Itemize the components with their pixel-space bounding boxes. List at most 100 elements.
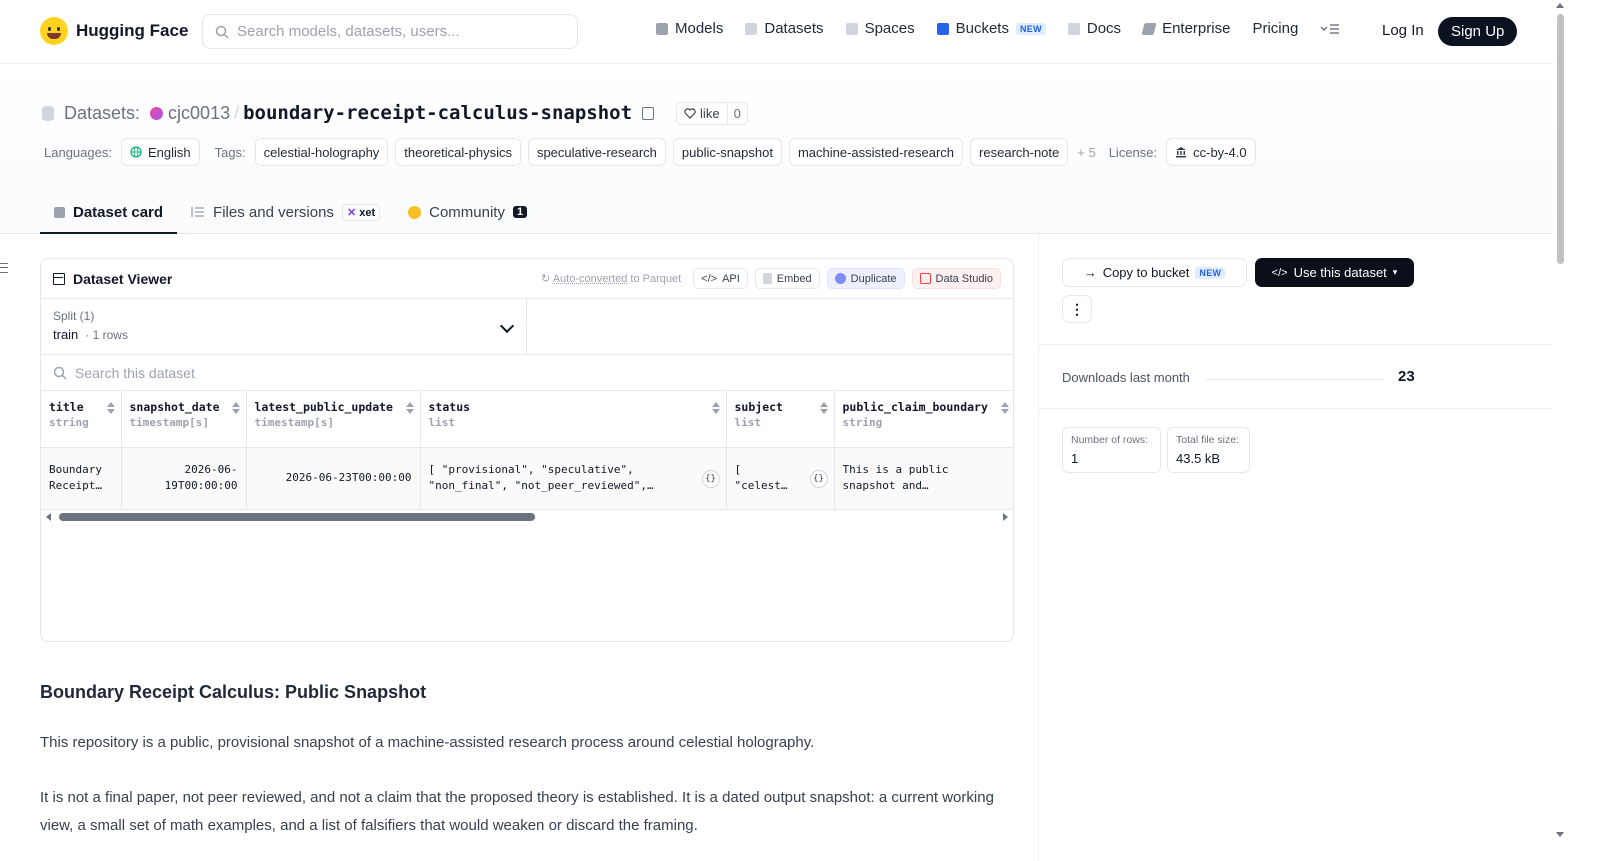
sort-icon[interactable]	[819, 402, 828, 414]
file-size-value: 43.5 kB	[1176, 451, 1221, 466]
column-header-latest-public-update[interactable]: latest_public_update timestamp[s]	[246, 391, 421, 448]
signup-button[interactable]: Sign Up	[1438, 17, 1518, 46]
horizontal-scrollbar[interactable]	[41, 509, 1013, 524]
cube-icon	[54, 206, 65, 218]
nav-models[interactable]: Models	[656, 20, 723, 37]
embed-button[interactable]: Embed	[754, 268, 820, 289]
studio-grid-icon	[919, 273, 931, 284]
dataset-search[interactable]	[41, 355, 1013, 391]
expand-json-icon[interactable]: {}	[701, 469, 720, 488]
table-row[interactable]: Boundary Receipt… 2026-06-19T00:00:00 20…	[41, 447, 1013, 509]
owner-link[interactable]: cjc0013	[168, 103, 230, 124]
sort-icon[interactable]	[711, 402, 720, 414]
cell-status[interactable]: [ "provisional", "speculative", "non_fin…	[420, 447, 727, 509]
scroll-right-icon[interactable]	[1003, 513, 1008, 521]
nav-buckets[interactable]: Buckets NEW	[936, 20, 1046, 37]
scroll-down-icon[interactable]	[1556, 832, 1564, 837]
globe-icon	[130, 146, 142, 158]
sort-icon[interactable]	[231, 402, 240, 414]
duplicate-button[interactable]: Duplicate	[826, 268, 905, 289]
xet-icon: ✕	[346, 206, 357, 219]
tag-chip[interactable]: celestial-holography	[254, 138, 389, 166]
like-count[interactable]: 0	[728, 106, 747, 121]
scroll-left-icon[interactable]	[46, 513, 51, 521]
card-heading: Boundary Receipt Calculus: Public Snapsh…	[40, 682, 427, 702]
tab-dataset-card-label: Dataset card	[73, 203, 164, 221]
nav-pricing[interactable]: Pricing	[1252, 20, 1298, 37]
tag-chip[interactable]: public-snapshot	[672, 138, 782, 166]
tab-community[interactable]: Community 1	[394, 190, 541, 234]
brand-logo[interactable]: Hugging Face	[40, 17, 188, 45]
expand-json-icon[interactable]: {}	[809, 469, 828, 488]
global-search-input[interactable]	[237, 23, 557, 40]
global-search[interactable]	[202, 14, 578, 49]
page-scrollbar[interactable]	[1553, 0, 1568, 861]
cell-text: Boundary Receipt…	[49, 463, 102, 493]
path-separator: /	[234, 102, 240, 123]
nav-buckets-label: Buckets	[955, 20, 1009, 37]
cell-subject[interactable]: [ "celest…{}	[726, 447, 835, 509]
viewer-header: Dataset Viewer ↻ Auto-converted to Parqu…	[41, 259, 1013, 299]
copy-to-bucket-button[interactable]: → Copy to bucket NEW	[1062, 258, 1247, 287]
auto-converted-note[interactable]: ↻ Auto-converted to Parquet	[541, 272, 681, 285]
tag-chip[interactable]: theoretical-physics	[395, 138, 521, 166]
more-options-button[interactable]: ⋮	[1062, 295, 1092, 323]
sort-icon[interactable]	[1000, 402, 1009, 414]
language-tag-label: English	[147, 144, 191, 160]
cube-icon	[656, 22, 668, 35]
grid-icon	[845, 22, 858, 35]
auto-converted-link[interactable]: Auto-converted	[553, 273, 628, 285]
column-header-subject[interactable]: subject list	[726, 391, 835, 448]
license-tag[interactable]: cc-by-4.0	[1166, 138, 1256, 166]
cell-public-claim-boundary[interactable]: This is a public snapshot and…	[834, 447, 1013, 509]
nav-more-menu[interactable]	[1320, 23, 1340, 35]
repo-name[interactable]: boundary-receipt-calculus-snapshot	[243, 102, 632, 124]
column-header-snapshot-date[interactable]: snapshot_date timestamp[s]	[121, 391, 247, 448]
languages-label: Languages:	[44, 144, 112, 160]
language-tag[interactable]: English	[120, 138, 200, 166]
tab-files-and-versions[interactable]: Files and versions ✕ xet	[177, 190, 394, 234]
tab-dataset-card[interactable]: Dataset card	[40, 190, 178, 234]
tags-row: Languages: English Tags: celestial-holog…	[44, 138, 1256, 166]
nav-docs[interactable]: Docs	[1067, 20, 1121, 37]
tag-chip[interactable]: speculative-research	[527, 138, 666, 166]
sort-icon[interactable]	[405, 402, 414, 414]
card-paragraph: This repository is a public, provisional…	[40, 734, 815, 751]
login-link[interactable]: Log In	[1382, 22, 1424, 39]
cell-snapshot-date[interactable]: 2026-06-19T00:00:00	[121, 447, 247, 509]
api-label: API	[722, 272, 740, 285]
cell-latest-public-update[interactable]: 2026-06-23T00:00:00	[246, 447, 421, 509]
nav-enterprise[interactable]: Enterprise	[1141, 20, 1231, 37]
section-label[interactable]: Datasets:	[64, 103, 140, 124]
data-studio-label: Data Studio	[935, 272, 993, 285]
split-selector[interactable]: Split (1) train · 1 rows	[41, 299, 527, 354]
use-this-dataset-button[interactable]: </> Use this dataset ▾	[1255, 258, 1414, 287]
cell-title[interactable]: Boundary Receipt…	[41, 447, 122, 509]
tag-chip[interactable]: research-note	[970, 138, 1069, 166]
nav-datasets[interactable]: Datasets	[745, 20, 824, 37]
more-tags-button[interactable]: + 5	[1077, 145, 1095, 160]
like-button[interactable]: like 0	[676, 101, 748, 125]
sidebar-toggle-icon[interactable]	[0, 263, 8, 273]
scroll-up-icon[interactable]	[1556, 3, 1564, 8]
cell-text: This is a public snapshot and…	[842, 463, 949, 493]
nav-spaces[interactable]: Spaces	[845, 20, 915, 37]
column-header-public-claim-boundary[interactable]: public_claim_boundary string	[834, 391, 1013, 448]
sort-icon[interactable]	[106, 402, 115, 414]
tag-chip[interactable]: machine-assisted-research	[788, 138, 964, 166]
file-tree-icon	[191, 207, 205, 217]
file-size-label: Total file size:	[1176, 434, 1240, 446]
like-toggle[interactable]: like	[677, 102, 728, 124]
api-button[interactable]: </> API	[693, 268, 748, 289]
nav-enterprise-label: Enterprise	[1162, 20, 1231, 37]
column-name: public_claim_boundary	[842, 400, 988, 414]
document-icon	[762, 273, 772, 284]
dataset-viewer: Dataset Viewer ↻ Auto-converted to Parqu…	[40, 258, 1014, 642]
data-studio-button[interactable]: Data Studio	[911, 268, 1001, 289]
page-scrollbar-thumb[interactable]	[1557, 14, 1564, 264]
column-header-status[interactable]: status list	[420, 391, 727, 448]
column-header-title[interactable]: title string	[41, 391, 122, 448]
scrollbar-thumb[interactable]	[59, 513, 535, 521]
copy-icon[interactable]	[642, 106, 655, 120]
dataset-search-input[interactable]	[75, 364, 475, 381]
